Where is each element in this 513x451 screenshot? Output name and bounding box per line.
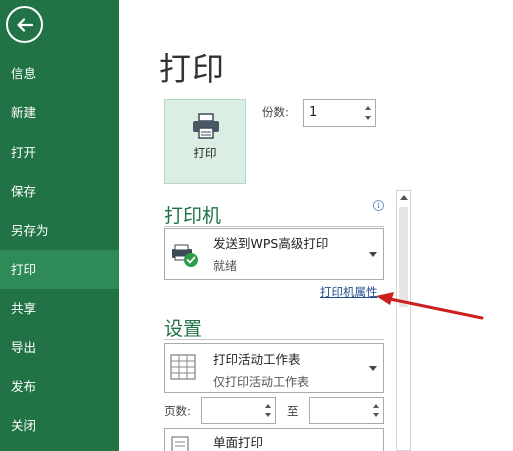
printer-divider: [164, 226, 384, 227]
copies-label: 份数:: [262, 105, 289, 119]
sidebar: 信息 新建 打开 保存 另存为 打印 共享 导出 发布 关闭: [0, 0, 119, 451]
page-title: 打印: [159, 50, 226, 88]
spin-down-icon[interactable]: [371, 410, 381, 420]
sidebar-item-print[interactable]: 打印: [0, 250, 119, 289]
sidebar-item-open[interactable]: 打开: [0, 133, 119, 172]
sidebar-item-save[interactable]: 保存: [0, 172, 119, 211]
worksheet-icon: [170, 354, 196, 380]
sidebar-item-publish[interactable]: 发布: [0, 367, 119, 406]
print-scope-sub: 仅打印活动工作表: [213, 375, 310, 389]
settings-heading: 设置: [164, 318, 203, 340]
spin-down-icon[interactable]: [363, 113, 373, 123]
dropdown-arrow-icon: [369, 366, 377, 371]
single-sided-icon: [171, 436, 189, 451]
sidebar-item-close[interactable]: 关闭: [0, 406, 119, 445]
dropdown-arrow-icon: [369, 252, 377, 257]
print-button[interactable]: 打印: [164, 99, 246, 184]
sidebar-item-save-as[interactable]: 另存为: [0, 211, 119, 250]
scroll-up-icon[interactable]: [400, 195, 408, 200]
back-arrow-icon: [17, 18, 34, 32]
printer-dropdown[interactable]: 发送到WPS高级打印 就绪: [164, 228, 384, 280]
print-scope-dropdown[interactable]: 打印活动工作表 仅打印活动工作表: [164, 343, 384, 393]
settings-divider: [164, 339, 384, 340]
sidebar-item-info[interactable]: 信息: [0, 54, 119, 93]
copies-input[interactable]: 1: [303, 99, 376, 127]
spin-up-icon[interactable]: [363, 103, 373, 113]
print-button-label: 打印: [193, 146, 217, 160]
printer-status: 就绪: [213, 259, 238, 273]
pages-label: 页数:: [164, 404, 191, 418]
spin-down-icon[interactable]: [263, 410, 273, 420]
printer-icon: [193, 113, 219, 139]
info-icon[interactable]: i: [373, 200, 384, 211]
print-sides-main: 单面打印: [213, 435, 264, 450]
print-sides-dropdown[interactable]: 单面打印: [164, 428, 384, 451]
annotation-arrow-icon: [376, 292, 484, 320]
pages-to-input[interactable]: [309, 397, 384, 424]
sidebar-item-share[interactable]: 共享: [0, 289, 119, 328]
sidebar-item-new[interactable]: 新建: [0, 93, 119, 132]
print-scope-main: 打印活动工作表: [213, 352, 301, 367]
pages-from-input[interactable]: [201, 397, 276, 424]
printer-ready-icon: [172, 244, 198, 267]
sidebar-item-export[interactable]: 导出: [0, 328, 119, 367]
printer-name: 发送到WPS高级打印: [213, 236, 329, 251]
back-button[interactable]: [6, 6, 43, 43]
copies-value: 1: [309, 105, 318, 120]
pages-to-label: 至: [287, 404, 299, 418]
printer-heading: 打印机: [164, 205, 222, 227]
printer-properties-link[interactable]: 打印机属性: [320, 284, 378, 300]
